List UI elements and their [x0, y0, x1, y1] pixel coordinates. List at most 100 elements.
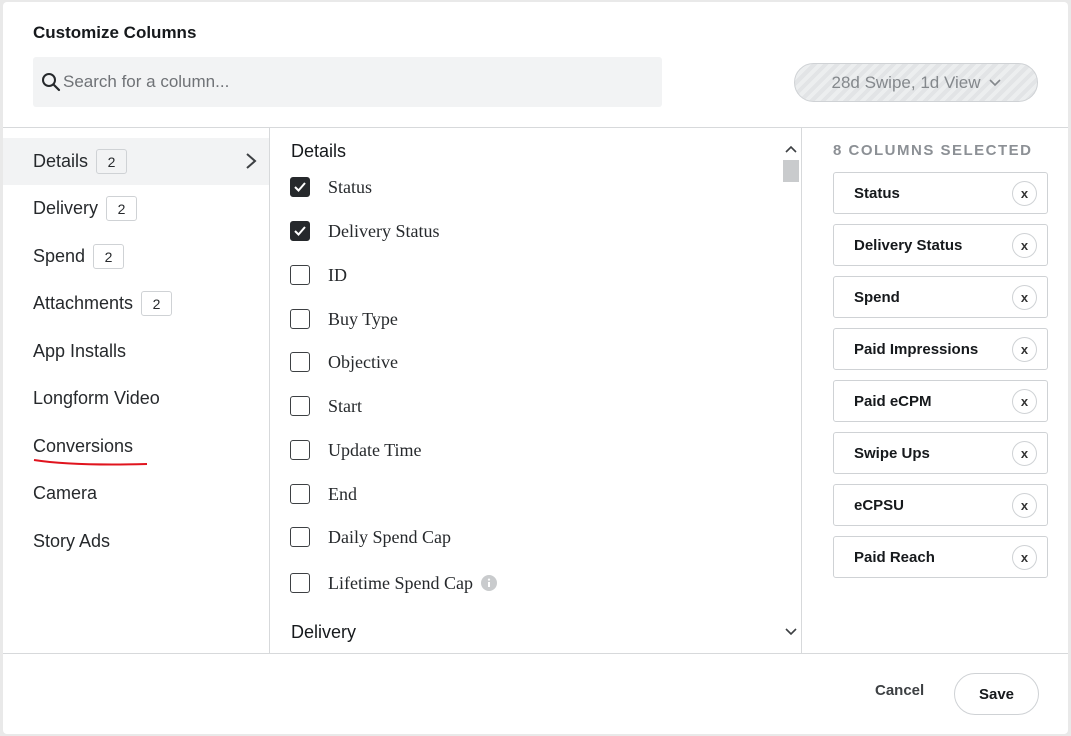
- chip-label: eCPSU: [854, 496, 905, 514]
- customize-columns-dialog: Customize Columns 28d Swipe, 1d View Det…: [3, 2, 1068, 734]
- chevron-down-icon: [988, 78, 1001, 86]
- category-item-delivery[interactable]: Delivery 2: [3, 185, 269, 232]
- checkbox-unchecked[interactable]: [290, 527, 310, 547]
- category-count-badge: 2: [96, 149, 128, 174]
- remove-column-button[interactable]: x: [1012, 441, 1037, 466]
- chevron-right-icon: [246, 153, 257, 169]
- category-count-badge: 2: [106, 196, 138, 221]
- scroll-up-arrow-icon[interactable]: [785, 145, 797, 153]
- checkbox-checked[interactable]: [290, 221, 310, 241]
- scrollbar-thumb[interactable]: [783, 160, 799, 182]
- category-label: Longform Video: [33, 388, 160, 408]
- cancel-button[interactable]: Cancel: [875, 682, 924, 699]
- chip-label: Paid Impressions: [854, 340, 979, 358]
- section-heading-details: Details: [291, 141, 347, 161]
- checkbox-unchecked[interactable]: [290, 265, 310, 285]
- category-item-app-installs[interactable]: App Installs: [3, 328, 269, 375]
- category-item-attachments[interactable]: Attachments 2: [3, 280, 269, 327]
- selected-column-chip: Swipe Ups x: [833, 432, 1048, 474]
- chip-label: Spend: [854, 288, 900, 306]
- selected-column-chip: eCPSU x: [833, 484, 1048, 526]
- option-objective[interactable]: Objective: [290, 347, 398, 377]
- category-item-longform-video[interactable]: Longform Video: [3, 375, 269, 422]
- selected-columns-count: 8 COLUMNS SELECTED: [833, 142, 1033, 159]
- section-heading-delivery: Delivery: [291, 622, 357, 642]
- checkbox-unchecked[interactable]: [290, 309, 310, 329]
- dialog-title: Customize Columns: [33, 23, 197, 42]
- category-label: Conversions: [33, 436, 134, 456]
- option-label: Delivery Status: [328, 220, 440, 241]
- chip-label: Paid Reach: [854, 548, 935, 566]
- scrollbar[interactable]: [781, 137, 799, 647]
- category-count-badge: 2: [93, 244, 125, 269]
- checkbox-unchecked[interactable]: [290, 352, 310, 372]
- category-item-story-ads[interactable]: Story Ads: [3, 518, 269, 565]
- option-label: Start: [328, 395, 362, 416]
- info-icon[interactable]: [480, 575, 497, 591]
- option-daily-spend-cap[interactable]: Daily Spend Cap: [290, 522, 451, 552]
- option-lifetime-spend-cap[interactable]: Lifetime Spend Cap: [290, 568, 497, 598]
- checkbox-unchecked[interactable]: [290, 396, 310, 416]
- selected-column-chip: Paid eCPM x: [833, 380, 1048, 422]
- option-end[interactable]: End: [290, 479, 357, 509]
- category-label: Spend: [33, 246, 86, 266]
- remove-column-button[interactable]: x: [1012, 545, 1037, 570]
- remove-column-button[interactable]: x: [1012, 493, 1037, 518]
- search-icon: [42, 73, 61, 92]
- checkbox-unchecked[interactable]: [290, 484, 310, 504]
- selected-column-chip: Delivery Status x: [833, 224, 1048, 266]
- chip-label: Paid eCPM: [854, 392, 932, 410]
- search-box[interactable]: [33, 57, 662, 107]
- option-update-time[interactable]: Update Time: [290, 435, 422, 465]
- category-label: Delivery: [33, 198, 99, 218]
- option-label: Lifetime Spend Cap: [328, 572, 473, 593]
- selected-column-chip: Paid Reach x: [833, 536, 1048, 578]
- option-id[interactable]: ID: [290, 260, 347, 290]
- checkbox-unchecked[interactable]: [290, 440, 310, 460]
- remove-column-button[interactable]: x: [1012, 181, 1037, 206]
- option-label: Daily Spend Cap: [328, 526, 451, 547]
- option-start[interactable]: Start: [290, 391, 362, 421]
- selected-column-chip: Status x: [833, 172, 1048, 214]
- divider: [3, 653, 1068, 654]
- chip-label: Swipe Ups: [854, 444, 930, 462]
- search-input[interactable]: [63, 72, 623, 92]
- divider: [801, 127, 802, 653]
- category-label: App Installs: [33, 341, 127, 361]
- option-delivery-status[interactable]: Delivery Status: [290, 216, 439, 246]
- category-item-camera[interactable]: Camera: [3, 470, 269, 517]
- selected-column-chip: Spend x: [833, 276, 1048, 318]
- red-annotation-underline: [33, 459, 148, 466]
- divider: [3, 127, 1068, 128]
- option-label: Update Time: [328, 439, 422, 460]
- category-item-spend[interactable]: Spend 2: [3, 233, 269, 280]
- checkmark-icon: [294, 182, 306, 192]
- save-button[interactable]: Save: [954, 673, 1039, 715]
- option-label: Buy Type: [328, 308, 398, 329]
- checkbox-checked[interactable]: [290, 177, 310, 197]
- scroll-down-arrow-icon[interactable]: [785, 628, 797, 636]
- category-count-badge: 2: [141, 291, 173, 316]
- chip-label: Delivery Status: [854, 236, 963, 254]
- option-label: Status: [328, 176, 373, 197]
- checkmark-icon: [294, 226, 306, 236]
- option-label: ID: [328, 264, 347, 285]
- divider: [269, 127, 270, 653]
- remove-column-button[interactable]: x: [1012, 233, 1037, 258]
- attribution-window-label: 28d Swipe, 1d View: [831, 72, 981, 92]
- option-label: Objective: [328, 351, 398, 372]
- category-label: Details: [33, 151, 89, 171]
- chip-label: Status: [854, 184, 900, 202]
- attribution-window-dropdown[interactable]: 28d Swipe, 1d View: [794, 63, 1038, 102]
- option-buy-type[interactable]: Buy Type: [290, 304, 398, 334]
- category-label: Story Ads: [33, 531, 111, 551]
- remove-column-button[interactable]: x: [1012, 389, 1037, 414]
- category-item-details[interactable]: Details 2: [3, 138, 269, 185]
- option-status[interactable]: Status: [290, 172, 372, 202]
- checkbox-unchecked[interactable]: [290, 573, 310, 593]
- option-label: End: [328, 483, 357, 504]
- remove-column-button[interactable]: x: [1012, 337, 1037, 362]
- remove-column-button[interactable]: x: [1012, 285, 1037, 310]
- category-label: Attachments: [33, 293, 134, 313]
- selected-column-chip: Paid Impressions x: [833, 328, 1048, 370]
